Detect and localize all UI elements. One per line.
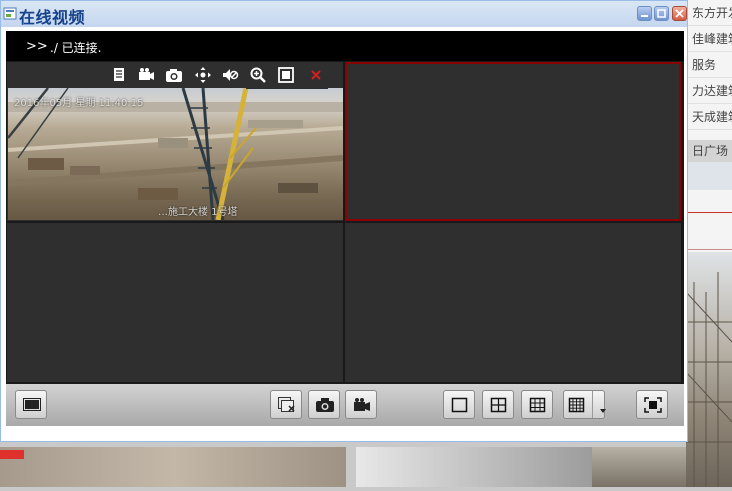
info-icon[interactable] xyxy=(110,66,128,84)
building-scaffold-graphic xyxy=(685,272,732,487)
video-control-bar xyxy=(6,384,684,426)
ptz-icon[interactable] xyxy=(194,66,212,84)
background-header-band xyxy=(686,162,732,190)
zoom-icon[interactable] xyxy=(249,66,267,84)
video-pane-4[interactable] xyxy=(345,223,681,382)
background-list-item[interactable]: 天成建筑 xyxy=(686,104,732,130)
layout-4-icon xyxy=(490,397,507,413)
background-image-middle xyxy=(356,447,592,487)
maximize-icon xyxy=(657,9,666,18)
close-button[interactable] xyxy=(672,6,687,21)
video-feed[interactable]: 2016年05月 星期 11:40:15 …施工大楼 1号塔 xyxy=(8,88,343,220)
video-camera-name-osd: …施工大楼 1号塔 xyxy=(158,207,238,218)
video-grid: 2016年05月 星期 11:40:15 …施工大楼 1号塔 xyxy=(6,61,684,384)
background-list-item[interactable]: 东方开发 xyxy=(686,0,732,26)
video-pane-3[interactable] xyxy=(7,223,343,382)
layout-9-button[interactable] xyxy=(521,390,553,419)
stop-all-icon xyxy=(278,397,295,412)
screen-icon xyxy=(23,398,41,411)
minimize-button[interactable] xyxy=(637,6,652,21)
screen-button[interactable] xyxy=(15,390,47,419)
video-pane-2-selected[interactable] xyxy=(345,62,681,221)
background-red-marker xyxy=(0,450,24,459)
status-arrows: >> xyxy=(26,39,48,54)
record-icon xyxy=(354,398,370,411)
layout-4-button[interactable] xyxy=(482,390,514,419)
background-divider xyxy=(686,249,732,250)
stop-all-button[interactable] xyxy=(270,390,302,419)
online-video-dialog: 在线视频 >> ./ 已连接. 2016年05月 星期 11:40:15 …施工… xyxy=(0,0,688,442)
record-icon[interactable] xyxy=(137,66,155,84)
layout-1-button[interactable] xyxy=(443,390,475,419)
background-list-item-selected: 日广场 xyxy=(686,140,732,162)
connection-status-bar: >> ./ 已连接. xyxy=(6,31,684,61)
pane-toolbar xyxy=(7,62,343,88)
layout-16-dropdown[interactable] xyxy=(563,390,606,419)
close-icon[interactable] xyxy=(307,66,325,84)
layout-16-icon xyxy=(568,397,585,413)
background-divider xyxy=(686,212,732,213)
background-list: 东方开发 佳峰建筑 服务 力达建筑 天成建筑 日广场 xyxy=(685,0,732,487)
video-window-icon xyxy=(3,7,17,20)
dialog-title: 在线视频 xyxy=(19,8,86,27)
snapshot-icon xyxy=(316,398,334,412)
video-pane-1[interactable]: 2016年05月 星期 11:40:15 …施工大楼 1号塔 xyxy=(7,62,343,221)
layout-9-icon xyxy=(529,397,546,413)
snapshot-icon[interactable] xyxy=(165,66,183,84)
video-timestamp-osd: 2016年05月 星期 11:40:15 xyxy=(14,98,144,109)
chevron-down-icon xyxy=(600,409,606,413)
background-list-item[interactable]: 日广场 xyxy=(686,144,728,158)
mute-icon[interactable] xyxy=(221,66,239,84)
minimize-icon xyxy=(641,15,648,17)
fullscreen-button[interactable] xyxy=(636,390,668,419)
maximize-button[interactable] xyxy=(654,6,669,21)
background-list-item[interactable]: 力达建筑 xyxy=(686,78,732,104)
layout-dropdown-arrow[interactable] xyxy=(592,391,606,418)
background-image-right xyxy=(592,447,686,487)
background-image-left xyxy=(0,447,346,487)
status-message: ./ 已连接. xyxy=(50,41,102,55)
background-list-item[interactable]: 服务 xyxy=(686,52,732,78)
fullscreen-icon[interactable] xyxy=(277,66,295,84)
fullscreen-icon xyxy=(644,397,662,413)
background-list-item[interactable]: 佳峰建筑 xyxy=(686,26,732,52)
record-button[interactable] xyxy=(345,390,377,419)
dialog-titlebar[interactable]: 在线视频 xyxy=(1,1,687,27)
close-icon xyxy=(675,9,684,18)
layout-1-icon xyxy=(451,397,468,413)
background-construction-image xyxy=(685,252,732,487)
snapshot-button[interactable] xyxy=(308,390,340,419)
